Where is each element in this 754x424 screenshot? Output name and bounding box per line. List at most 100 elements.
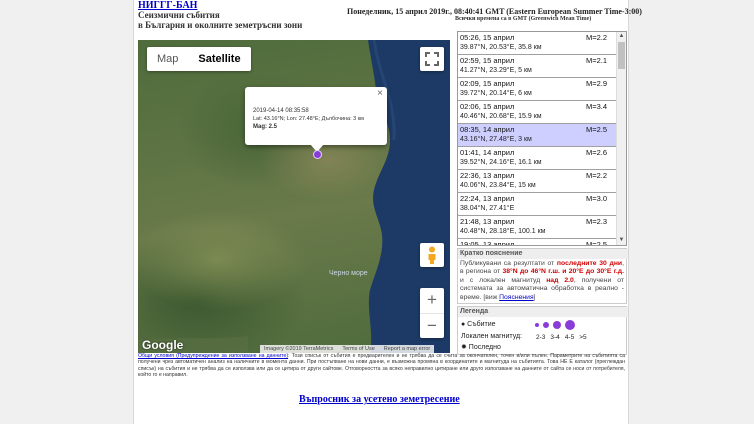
mag-class: 4-5	[564, 334, 575, 341]
quake-list-item[interactable]: 21:48, 13 април M=2.3 40.48°N, 28.18°E, 10…	[458, 216, 616, 239]
info-window: × 2019-04-14 08:35:58 Lat: 43.16°N; Lon:…	[245, 87, 387, 145]
disclaimer: Общи условия (Предупреждение за използва…	[138, 353, 625, 379]
legend-magnitude-dots	[535, 320, 575, 330]
zoom-out-button[interactable]: −	[420, 313, 444, 339]
quake-magnitude: M=3.0	[586, 194, 608, 203]
popup-magnitude: Mag: 2.5	[253, 124, 278, 130]
scroll-thumb[interactable]	[618, 42, 625, 69]
legend-last: ✹ Последно	[461, 344, 501, 351]
note-text-part: ]	[533, 293, 536, 301]
report-map-error-link[interactable]: Report a map error	[384, 345, 430, 353]
fullscreen-icon	[425, 52, 439, 66]
quake-location: 40.48°N, 28.18°E, 100.1 км	[460, 228, 546, 235]
street-view-button[interactable]	[420, 243, 444, 267]
close-icon[interactable]: ×	[377, 88, 383, 99]
scroll-up-icon[interactable]: ▲	[617, 33, 626, 40]
quake-magnitude: M=2.6	[586, 148, 608, 157]
legend-panel: Легенда ● Събитие Локален магнитуд: 2-3 …	[457, 306, 628, 355]
current-datetime: Понеделник, 15 април 2019г., 08:40:41 GM…	[347, 7, 642, 16]
quake-time: 02:06, 15 април	[460, 102, 515, 111]
quake-time: 21:48, 13 април	[460, 217, 515, 226]
list-scrollbar[interactable]: ▲ ▼	[616, 32, 626, 245]
quake-time: 22:24, 13 април	[460, 194, 515, 203]
quake-list-item[interactable]: 02:59, 15 април M=2.1 41.27°N, 23.29°E, 5 …	[458, 55, 616, 78]
legend-event: ● Събитие	[461, 321, 496, 328]
map-type-control: Map Satellite	[147, 47, 251, 71]
gmt-note: Всички времена са в GMT (Greenwich Mean …	[455, 16, 592, 22]
quake-time: 19:05, 13 април	[460, 240, 515, 246]
explanation-title: Кратко пояснение	[458, 249, 628, 259]
map-attribution: Imagery ©2019 TerraMetrics Terms of Use …	[260, 345, 435, 353]
legend-dot-icon	[543, 322, 549, 328]
map-type-map-button[interactable]: Map	[147, 47, 188, 71]
popup-time: 2019-04-14 08:35:58	[253, 108, 309, 114]
terms-link[interactable]: Общи условия (Предупреждение за използва…	[138, 353, 288, 359]
map-type-satellite-button[interactable]: Satellite	[188, 47, 250, 71]
quake-time: 02:59, 15 април	[460, 56, 515, 65]
page: НИГГГ-БАН Сеизмични събития в България и…	[133, 0, 642, 424]
scroll-down-icon[interactable]: ▼	[617, 237, 626, 244]
note-magnitude-min: над 2.0	[546, 276, 574, 284]
mag-class: >5	[579, 334, 587, 341]
mag-class: 3-4	[550, 334, 560, 341]
quake-list[interactable]: 05:26, 15 април M=2.2 39.87°N, 20.53°E, 35…	[457, 31, 627, 246]
quake-list-item[interactable]: 08:35, 14 април M=2.5 43.16°N, 27.48°E, 3 …	[458, 124, 616, 147]
quake-time: 22:36, 13 април	[460, 171, 515, 180]
quake-list-item[interactable]: 02:09, 15 април M=2.9 39.72°N, 20.14°E, 6 …	[458, 78, 616, 101]
zoom-in-button[interactable]: +	[420, 288, 444, 313]
quake-magnitude: M=2.5	[586, 125, 608, 134]
explanation-text: Публикувани са резултати от последните 3…	[460, 260, 624, 302]
quake-marker[interactable]	[313, 150, 322, 159]
popup-coords: Lat: 43.16°N; Lon: 27.48°E; Дълбочина: 3…	[253, 116, 364, 122]
quake-magnitude: M=2.5	[586, 240, 608, 246]
quake-time: 02:09, 15 април	[460, 79, 515, 88]
note-days: последните 30 дни	[556, 260, 623, 267]
explanation-panel: Кратко пояснение Публикувани са резултат…	[457, 248, 628, 304]
terms-of-use-link[interactable]: Terms of Use	[342, 345, 374, 353]
quake-location: 39.52°N, 24.16°E, 16.1 км	[460, 159, 542, 166]
quake-location: 41.27°N, 23.29°E, 5 км	[460, 67, 532, 74]
quake-location: 43.16°N, 27.48°E, 3 км	[460, 136, 532, 143]
quake-location: 39.87°N, 20.53°E, 35.8 км	[460, 44, 542, 51]
legend-dot-icon	[535, 323, 539, 327]
site-subtitle: Сеизмични събития	[138, 10, 220, 20]
zoom-control: + −	[420, 288, 444, 338]
quake-time: 01:41, 14 април	[460, 148, 515, 157]
legend-magnitude-classes: 2-3 3-4 4-5 >5	[536, 334, 587, 341]
explanations-link[interactable]: Пояснения	[499, 294, 534, 301]
quake-location: 38.04°N, 27.41°E	[460, 205, 515, 212]
quake-magnitude: M=2.2	[586, 171, 608, 180]
quake-location: 39.72°N, 20.14°E, 6 км	[460, 90, 532, 97]
quake-magnitude: M=2.2	[586, 33, 608, 42]
note-text-part: и с локален магнитуд	[460, 276, 547, 284]
google-logo: Google	[142, 338, 184, 352]
quake-list-item[interactable]: 22:24, 13 април M=3.0 38.04°N, 27.41°E	[458, 193, 616, 216]
quake-location: 40.06°N, 23.84°E, 15 км	[460, 182, 536, 189]
quake-list-item[interactable]: 19:05, 13 април M=2.5	[458, 239, 616, 246]
legend-magnitude-label: Локален магнитуд:	[461, 333, 523, 340]
map-view[interactable]: Черно море Map Satellite × 2019-04-14 08…	[138, 40, 450, 353]
quake-magnitude: M=2.1	[586, 56, 608, 65]
fullscreen-button[interactable]	[420, 47, 444, 71]
imagery-credit: Imagery ©2019 TerraMetrics	[264, 346, 334, 352]
quake-time: 05:26, 15 април	[460, 33, 515, 42]
quake-magnitude: M=2.9	[586, 79, 608, 88]
legend-dot-icon	[565, 320, 575, 330]
quake-rows: 05:26, 15 април M=2.2 39.87°N, 20.53°E, 35…	[458, 32, 626, 246]
sea-label: Черно море	[329, 270, 368, 277]
quake-location: 40.46°N, 20.68°E, 15.9 км	[460, 113, 542, 120]
note-text-part: Публикувани са резултати от	[460, 260, 557, 267]
quake-time: 08:35, 14 април	[460, 125, 515, 134]
legend-dot-icon	[553, 321, 561, 329]
note-region: 38°N до 46°N г.ш. и 20°E до 30°E г.д.	[502, 268, 624, 276]
site-subtitle-region: в България и околните земетръсни зони	[138, 20, 303, 30]
quake-list-item[interactable]: 22:36, 13 април M=2.2 40.06°N, 23.84°E, 15…	[458, 170, 616, 193]
quake-list-item[interactable]: 01:41, 14 април M=2.6 39.52°N, 24.16°E, 16…	[458, 147, 616, 170]
quake-magnitude: M=3.4	[586, 102, 608, 111]
quake-magnitude: M=2.3	[586, 217, 608, 226]
quake-list-item[interactable]: 02:06, 15 април M=3.4 40.46°N, 20.68°E, 15…	[458, 101, 616, 124]
felt-quake-questionnaire-link[interactable]: Въпросник за усетено земетресение	[299, 394, 460, 405]
pegman-icon	[428, 246, 436, 264]
quake-list-item[interactable]: 05:26, 15 април M=2.2 39.87°N, 20.53°E, 35…	[458, 32, 616, 55]
legend-title: Легенда	[458, 307, 628, 317]
